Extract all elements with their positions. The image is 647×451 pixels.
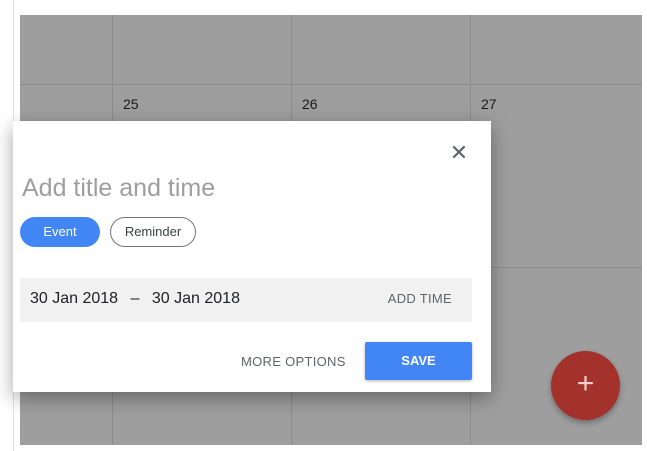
- reminder-chip[interactable]: Reminder: [110, 217, 196, 247]
- event-chip[interactable]: Event: [20, 217, 100, 247]
- start-date[interactable]: 30 Jan 2018: [30, 290, 118, 307]
- day-number[interactable]: 25: [123, 96, 139, 112]
- day-number[interactable]: 27: [481, 96, 497, 112]
- day-number[interactable]: 26: [302, 96, 318, 112]
- date-range: 30 Jan 2018 – 30 Jan 2018: [30, 290, 240, 308]
- end-date[interactable]: 30 Jan 2018: [152, 290, 240, 307]
- title-input[interactable]: [20, 169, 464, 207]
- date-row: 30 Jan 2018 – 30 Jan 2018 ADD TIME: [20, 278, 472, 322]
- plus-icon[interactable]: +: [551, 351, 620, 420]
- quick-event-dialog: ✕ Event Reminder 30 Jan 2018 – 30 Jan 20…: [13, 121, 491, 392]
- top-edge: [0, 0, 647, 15]
- save-button[interactable]: SAVE: [365, 342, 472, 380]
- grid-line: [20, 84, 642, 85]
- close-icon[interactable]: ✕: [447, 141, 471, 165]
- date-separator: –: [130, 290, 140, 307]
- add-time-button[interactable]: ADD TIME: [388, 291, 452, 306]
- more-options-button[interactable]: MORE OPTIONS: [241, 354, 346, 369]
